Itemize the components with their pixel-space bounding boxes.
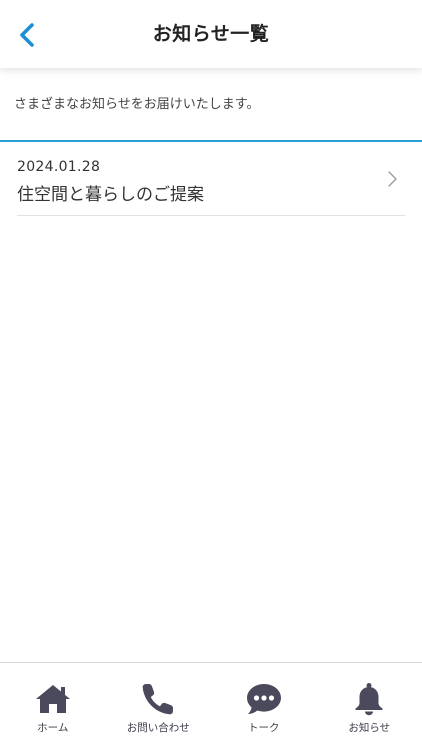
chevron-left-icon <box>20 23 34 47</box>
nav-item-contact[interactable]: お問い合わせ <box>106 663 212 750</box>
page-title: お知らせ一覧 <box>152 23 270 45</box>
nav-label-home: ホーム <box>37 722 69 734</box>
chevron-right-icon <box>388 171 397 187</box>
back-button[interactable] <box>10 18 44 52</box>
bottom-navigation: ホーム お問い合わせ トーク お知らせ <box>0 662 422 750</box>
header-bar: お知らせ一覧 <box>0 0 422 68</box>
nav-label-talk: トーク <box>248 722 280 734</box>
chat-bubble-icon <box>245 682 283 716</box>
bell-icon <box>350 682 388 716</box>
news-item[interactable]: 2024.01.28 住空間と暮らしのご提案 <box>17 142 405 216</box>
nav-item-home[interactable]: ホーム <box>0 663 106 750</box>
nav-item-notifications[interactable]: お知らせ <box>317 663 422 750</box>
news-title: 住空間と暮らしのご提案 <box>17 185 204 205</box>
news-date: 2024.01.28 <box>17 159 101 175</box>
intro-text: さまざまなお知らせをお届けいたします。 <box>14 97 260 112</box>
news-list: 2024.01.28 住空間と暮らしのご提案 <box>0 142 422 216</box>
nav-label-notifications: お知らせ <box>348 722 391 734</box>
home-icon <box>34 682 72 716</box>
notifications-screen: お知らせ一覧 さまざまなお知らせをお届けいたします。 2024.01.28 住空… <box>0 0 422 750</box>
nav-label-contact: お問い合わせ <box>126 722 190 734</box>
phone-icon <box>139 682 177 716</box>
nav-item-talk[interactable]: トーク <box>211 663 317 750</box>
